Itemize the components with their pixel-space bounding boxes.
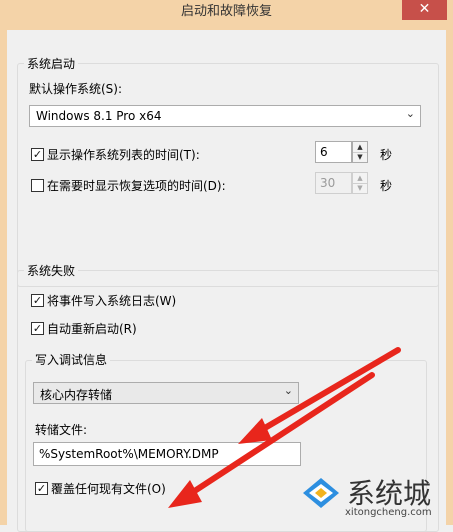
title-bar: 启动和故障恢复 [0, 0, 453, 30]
watermark-logo-icon [303, 478, 339, 508]
startup-group-label: 系统启动 [24, 55, 79, 72]
spin-down-icon[interactable]: ▼ [353, 183, 367, 193]
show-os-list-checkbox[interactable]: ✓ [31, 148, 44, 161]
show-os-list-label: 显示操作系统列表的时间(T): [47, 148, 200, 162]
check-icon: ✓ [36, 482, 47, 495]
spin-down-icon[interactable]: ▼ [353, 152, 367, 162]
default-os-select[interactable]: Windows 8.1 Pro x64 ⌄ [29, 105, 421, 127]
window-frame-right [446, 30, 453, 525]
overwrite-checkbox[interactable]: ✓ [35, 482, 48, 495]
debug-type-select[interactable]: 核心内存转储 ⌄ [33, 382, 299, 404]
show-os-list-seconds-value: 6 [320, 145, 328, 159]
show-recovery-seconds-value: 30 [320, 176, 336, 190]
close-button[interactable]: ✕ [402, 0, 447, 20]
dialog-client-area: 系统启动 默认操作系统(S): Windows 8.1 Pro x64 ⌄ ✓ … [7, 30, 446, 532]
show-recovery-unit: 秒 [380, 179, 393, 193]
check-icon: ✓ [32, 294, 43, 307]
default-os-value: Windows 8.1 Pro x64 [36, 109, 162, 123]
show-recovery-spinner[interactable]: ▲ ▼ [352, 172, 368, 194]
write-event-label: 将事件写入系统日志(W) [47, 294, 177, 308]
dump-file-label: 转储文件: [35, 423, 88, 437]
debug-type-value: 核心内存转储 [40, 388, 113, 402]
failure-group-label: 系统失败 [24, 262, 79, 279]
watermark: 系统城 xitongcheng.com [295, 470, 450, 522]
auto-restart-checkbox[interactable]: ✓ [31, 322, 44, 335]
dump-file-value: %SystemRoot%\MEMORY.DMP [39, 447, 219, 461]
window-frame-left [0, 30, 7, 525]
write-event-checkbox[interactable]: ✓ [31, 294, 44, 307]
default-os-label: 默认操作系统(S): [29, 82, 123, 96]
chevron-down-icon: ⌄ [405, 107, 415, 120]
close-icon: ✕ [418, 1, 431, 17]
show-recovery-checkbox[interactable] [31, 179, 44, 192]
show-os-list-unit: 秒 [380, 148, 393, 162]
show-recovery-label: 在需要时显示恢复选项的时间(D): [47, 179, 226, 193]
watermark-url: xitongcheng.com [345, 507, 432, 518]
chevron-down-icon: ⌄ [283, 384, 293, 397]
overwrite-label: 覆盖任何现有文件(O) [51, 482, 166, 496]
window-title: 启动和故障恢复 [180, 4, 272, 19]
auto-restart-label: 自动重新启动(R) [47, 322, 137, 336]
check-icon: ✓ [32, 322, 43, 335]
debug-info-group-label: 写入调试信息 [32, 351, 111, 368]
show-os-list-seconds-input[interactable]: 6 [315, 141, 352, 163]
dump-file-input[interactable]: %SystemRoot%\MEMORY.DMP [33, 442, 301, 466]
show-os-list-spinner[interactable]: ▲ ▼ [352, 141, 368, 163]
show-recovery-seconds-input[interactable]: 30 [315, 172, 352, 194]
watermark-brand: 系统城 [347, 477, 432, 510]
check-icon: ✓ [32, 148, 43, 161]
